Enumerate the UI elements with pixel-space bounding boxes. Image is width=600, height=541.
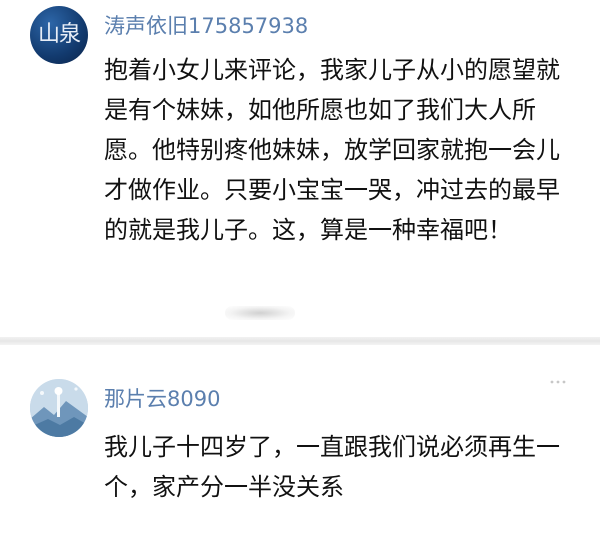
blurred-mark: [225, 306, 295, 320]
ink-calligraphy-avatar-icon: 山泉: [37, 22, 81, 47]
avatar[interactable]: [30, 379, 88, 437]
comment-item: 山泉 涛声依旧175857938 抱着小女儿来评论，我家儿子从小的愿望就是有个妹…: [0, 0, 600, 340]
comment-item: 那片云8090 我儿子十四岁了，一直跟我们说必须再生一个，家产分一半没关系: [0, 345, 600, 541]
comment-username[interactable]: 那片云8090: [104, 383, 220, 413]
avatar[interactable]: 山泉: [30, 6, 88, 64]
blue-landscape-avatar-icon: [30, 379, 88, 437]
comment-divider: [0, 337, 600, 345]
comment-username[interactable]: 涛声依旧175857938: [104, 10, 308, 40]
comment-text: 我儿子十四岁了，一直跟我们说必须再生一个，家产分一半没关系: [104, 433, 560, 501]
comment-text: 抱着小女儿来评论，我家儿子从小的愿望就是有个妹妹，如他所愿也如了我们大人所愿。他…: [104, 56, 560, 244]
more-options-icon[interactable]: [548, 372, 568, 392]
